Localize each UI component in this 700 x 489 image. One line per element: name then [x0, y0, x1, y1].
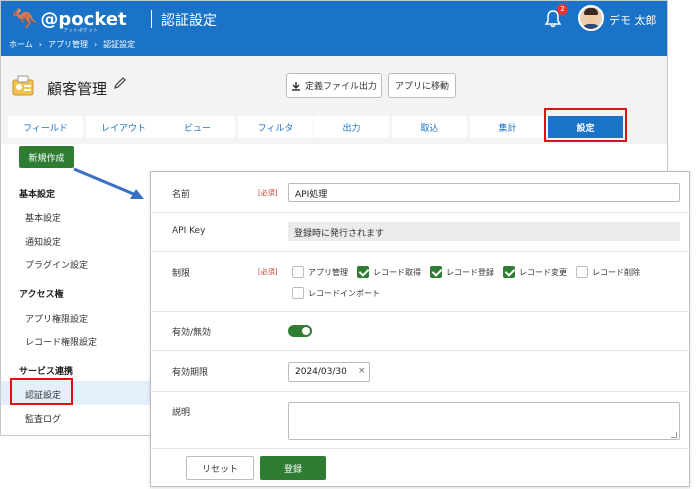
name-label: 名前	[172, 190, 191, 200]
required-badge: [必須]	[258, 189, 278, 197]
pencil-icon[interactable]	[113, 76, 127, 90]
new-button[interactable]: 新規作成	[19, 146, 74, 168]
resize-grip-icon[interactable]	[671, 432, 677, 438]
checkbox[interactable]	[292, 287, 304, 299]
row-divider	[150, 251, 690, 252]
tab-aggregate[interactable]: 集計	[470, 116, 545, 138]
save-button[interactable]: 登録	[260, 456, 326, 480]
row-divider	[150, 448, 690, 449]
tab-view[interactable]: ビュー	[160, 116, 235, 138]
permission-label: 制限	[172, 269, 191, 279]
name-input[interactable]: API処理	[288, 183, 680, 202]
perm-record-import[interactable]: レコードインポート	[292, 287, 380, 299]
page-title: 認証設定	[161, 13, 217, 29]
contact-card-icon	[12, 75, 34, 96]
sidebar-item-notification[interactable]: 通知設定	[25, 235, 61, 248]
logo-subtext: アットポケット	[63, 28, 99, 34]
row-divider	[150, 212, 690, 213]
user-name[interactable]: デモ 太郎	[609, 12, 657, 28]
sidebar-item-audit-log[interactable]: 監査ログ	[25, 412, 61, 425]
tab-output[interactable]: 出力	[314, 116, 389, 138]
chevron-right-icon: ›	[93, 40, 98, 49]
sidebar-item-app-permission[interactable]: アプリ権限設定	[25, 312, 88, 325]
perm-record-delete[interactable]: レコード削除	[576, 266, 640, 278]
breadcrumb-app-admin[interactable]: アプリ管理	[48, 39, 88, 50]
arrow-icon	[73, 167, 144, 199]
chevron-right-icon: ›	[38, 40, 42, 49]
sidebar-section-service: サービス連携	[19, 367, 74, 377]
api-key-label: API Key	[172, 226, 206, 236]
enabled-toggle[interactable]	[288, 325, 312, 337]
sidebar-item-basic-settings[interactable]: 基本設定	[25, 211, 61, 224]
settings-tab-highlight	[544, 108, 627, 142]
breadcrumb-current: 認証設定	[103, 40, 136, 49]
kangaroo-logo-icon: 🦘	[11, 7, 39, 32]
auth-settings-highlight	[10, 378, 73, 405]
api-key-value: 登録時に発行されます	[288, 222, 680, 241]
app-name: 顧客管理	[47, 80, 108, 98]
breadcrumb: ホーム › アプリ管理 › 認証設定	[9, 39, 135, 50]
tab-field[interactable]: フィールド	[8, 116, 83, 138]
top-header: 🦘 @pocket アットポケット 認証設定 ホーム › アプリ管理 › 認証設…	[1, 1, 667, 56]
sidebar-section-basic: 基本設定	[19, 190, 56, 200]
notification-badge: 2	[557, 4, 568, 15]
checkbox-checked[interactable]	[357, 266, 369, 278]
row-divider	[150, 311, 690, 312]
perm-record-get[interactable]: レコード取得	[357, 266, 421, 278]
enabled-label: 有効/無効	[172, 328, 212, 338]
perm-app-admin[interactable]: アプリ管理	[292, 266, 348, 278]
perm-record-add[interactable]: レコード登録	[430, 266, 494, 278]
tab-layout[interactable]: レイアウト	[86, 116, 161, 138]
perm-record-update[interactable]: レコード変更	[503, 266, 567, 278]
download-icon	[291, 81, 300, 91]
description-label: 説明	[172, 408, 191, 418]
description-textarea[interactable]	[288, 402, 680, 440]
sidebar-item-record-permission[interactable]: レコード権限設定	[25, 335, 97, 348]
required-badge: [必須]	[258, 268, 278, 276]
sidebar-section-access: アクセス権	[19, 290, 64, 300]
expiry-label: 有効期限	[172, 368, 209, 378]
checkbox-checked[interactable]	[430, 266, 442, 278]
header-divider	[151, 10, 152, 28]
export-definition-label: 定義ファイル出力	[304, 82, 377, 92]
close-icon[interactable]: ×	[358, 366, 366, 376]
checkbox[interactable]	[576, 266, 588, 278]
checkbox[interactable]	[292, 266, 304, 278]
sidebar-item-plugin[interactable]: プラグイン設定	[25, 258, 88, 271]
reset-button[interactable]: リセット	[186, 456, 254, 480]
go-to-app-button[interactable]: アプリに移動	[388, 73, 456, 98]
export-definition-button[interactable]: 定義ファイル出力	[286, 73, 382, 98]
avatar[interactable]	[578, 5, 604, 31]
row-divider	[150, 350, 690, 351]
tab-filter[interactable]: フィルタ	[238, 116, 313, 138]
tab-import[interactable]: 取込	[392, 116, 467, 138]
row-divider	[150, 391, 690, 392]
checkbox-checked[interactable]	[503, 266, 515, 278]
breadcrumb-home[interactable]: ホーム	[9, 39, 33, 50]
